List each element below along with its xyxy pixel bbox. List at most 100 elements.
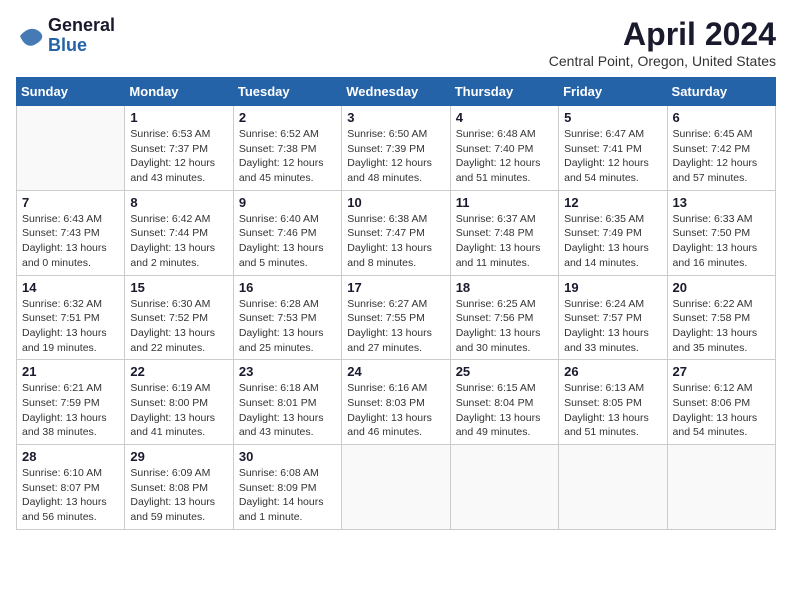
logo-icon <box>16 22 44 50</box>
sunrise-text: Sunrise: 6:45 AM <box>673 128 753 140</box>
day-info: Sunrise: 6:27 AM Sunset: 7:55 PM Dayligh… <box>347 297 444 356</box>
daylight-text: Daylight: 13 hours and 43 minutes. <box>239 412 324 439</box>
sunset-text: Sunset: 7:52 PM <box>130 312 208 324</box>
sunset-text: Sunset: 7:46 PM <box>239 227 317 239</box>
sunrise-text: Sunrise: 6:47 AM <box>564 128 644 140</box>
table-row: 25 Sunrise: 6:15 AM Sunset: 8:04 PM Dayl… <box>450 360 558 445</box>
sunset-text: Sunset: 8:09 PM <box>239 482 317 494</box>
day-info: Sunrise: 6:22 AM Sunset: 7:58 PM Dayligh… <box>673 297 770 356</box>
col-tuesday: Tuesday <box>233 78 341 106</box>
day-info: Sunrise: 6:15 AM Sunset: 8:04 PM Dayligh… <box>456 381 553 440</box>
calendar-header-row: Sunday Monday Tuesday Wednesday Thursday… <box>17 78 776 106</box>
day-number: 5 <box>564 110 661 125</box>
daylight-text: Daylight: 12 hours and 43 minutes. <box>130 157 215 184</box>
sunrise-text: Sunrise: 6:33 AM <box>673 213 753 225</box>
daylight-text: Daylight: 13 hours and 11 minutes. <box>456 242 541 269</box>
table-row: 10 Sunrise: 6:38 AM Sunset: 7:47 PM Dayl… <box>342 190 450 275</box>
sunrise-text: Sunrise: 6:37 AM <box>456 213 536 225</box>
table-row: 24 Sunrise: 6:16 AM Sunset: 8:03 PM Dayl… <box>342 360 450 445</box>
table-row <box>450 445 558 530</box>
table-row: 7 Sunrise: 6:43 AM Sunset: 7:43 PM Dayli… <box>17 190 125 275</box>
table-row: 6 Sunrise: 6:45 AM Sunset: 7:42 PM Dayli… <box>667 106 775 191</box>
daylight-text: Daylight: 12 hours and 51 minutes. <box>456 157 541 184</box>
sunrise-text: Sunrise: 6:35 AM <box>564 213 644 225</box>
sunset-text: Sunset: 7:55 PM <box>347 312 425 324</box>
day-number: 22 <box>130 364 227 379</box>
daylight-text: Daylight: 13 hours and 30 minutes. <box>456 327 541 354</box>
table-row: 2 Sunrise: 6:52 AM Sunset: 7:38 PM Dayli… <box>233 106 341 191</box>
sunrise-text: Sunrise: 6:12 AM <box>673 382 753 394</box>
daylight-text: Daylight: 12 hours and 54 minutes. <box>564 157 649 184</box>
daylight-text: Daylight: 13 hours and 8 minutes. <box>347 242 432 269</box>
day-number: 30 <box>239 449 336 464</box>
day-number: 18 <box>456 280 553 295</box>
day-number: 3 <box>347 110 444 125</box>
day-info: Sunrise: 6:40 AM Sunset: 7:46 PM Dayligh… <box>239 212 336 271</box>
day-number: 24 <box>347 364 444 379</box>
daylight-text: Daylight: 12 hours and 57 minutes. <box>673 157 758 184</box>
calendar-week-row: 7 Sunrise: 6:43 AM Sunset: 7:43 PM Dayli… <box>17 190 776 275</box>
sunrise-text: Sunrise: 6:38 AM <box>347 213 427 225</box>
table-row: 5 Sunrise: 6:47 AM Sunset: 7:41 PM Dayli… <box>559 106 667 191</box>
daylight-text: Daylight: 13 hours and 27 minutes. <box>347 327 432 354</box>
table-row: 15 Sunrise: 6:30 AM Sunset: 7:52 PM Dayl… <box>125 275 233 360</box>
calendar-table: Sunday Monday Tuesday Wednesday Thursday… <box>16 77 776 530</box>
table-row: 19 Sunrise: 6:24 AM Sunset: 7:57 PM Dayl… <box>559 275 667 360</box>
day-info: Sunrise: 6:12 AM Sunset: 8:06 PM Dayligh… <box>673 381 770 440</box>
col-saturday: Saturday <box>667 78 775 106</box>
col-monday: Monday <box>125 78 233 106</box>
day-number: 9 <box>239 195 336 210</box>
sunrise-text: Sunrise: 6:09 AM <box>130 467 210 479</box>
sunset-text: Sunset: 7:47 PM <box>347 227 425 239</box>
table-row: 28 Sunrise: 6:10 AM Sunset: 8:07 PM Dayl… <box>17 445 125 530</box>
sunrise-text: Sunrise: 6:22 AM <box>673 298 753 310</box>
sunset-text: Sunset: 7:57 PM <box>564 312 642 324</box>
day-info: Sunrise: 6:33 AM Sunset: 7:50 PM Dayligh… <box>673 212 770 271</box>
sunset-text: Sunset: 7:39 PM <box>347 143 425 155</box>
table-row: 9 Sunrise: 6:40 AM Sunset: 7:46 PM Dayli… <box>233 190 341 275</box>
day-info: Sunrise: 6:16 AM Sunset: 8:03 PM Dayligh… <box>347 381 444 440</box>
col-wednesday: Wednesday <box>342 78 450 106</box>
day-info: Sunrise: 6:08 AM Sunset: 8:09 PM Dayligh… <box>239 466 336 525</box>
sunset-text: Sunset: 7:38 PM <box>239 143 317 155</box>
sunrise-text: Sunrise: 6:52 AM <box>239 128 319 140</box>
sunrise-text: Sunrise: 6:18 AM <box>239 382 319 394</box>
table-row: 27 Sunrise: 6:12 AM Sunset: 8:06 PM Dayl… <box>667 360 775 445</box>
table-row: 18 Sunrise: 6:25 AM Sunset: 7:56 PM Dayl… <box>450 275 558 360</box>
sunrise-text: Sunrise: 6:13 AM <box>564 382 644 394</box>
table-row: 3 Sunrise: 6:50 AM Sunset: 7:39 PM Dayli… <box>342 106 450 191</box>
day-number: 6 <box>673 110 770 125</box>
daylight-text: Daylight: 13 hours and 5 minutes. <box>239 242 324 269</box>
sunset-text: Sunset: 7:44 PM <box>130 227 208 239</box>
sunset-text: Sunset: 7:37 PM <box>130 143 208 155</box>
calendar-week-row: 21 Sunrise: 6:21 AM Sunset: 7:59 PM Dayl… <box>17 360 776 445</box>
table-row <box>342 445 450 530</box>
day-number: 29 <box>130 449 227 464</box>
sunset-text: Sunset: 7:51 PM <box>22 312 100 324</box>
sunset-text: Sunset: 8:08 PM <box>130 482 208 494</box>
day-info: Sunrise: 6:13 AM Sunset: 8:05 PM Dayligh… <box>564 381 661 440</box>
sunrise-text: Sunrise: 6:30 AM <box>130 298 210 310</box>
sunrise-text: Sunrise: 6:15 AM <box>456 382 536 394</box>
sunset-text: Sunset: 7:40 PM <box>456 143 534 155</box>
logo-general-text: General <box>48 16 115 36</box>
logo-text: General Blue <box>48 16 115 56</box>
daylight-text: Daylight: 13 hours and 59 minutes. <box>130 496 215 523</box>
table-row: 29 Sunrise: 6:09 AM Sunset: 8:08 PM Dayl… <box>125 445 233 530</box>
daylight-text: Daylight: 13 hours and 49 minutes. <box>456 412 541 439</box>
day-number: 23 <box>239 364 336 379</box>
table-row: 1 Sunrise: 6:53 AM Sunset: 7:37 PM Dayli… <box>125 106 233 191</box>
day-number: 19 <box>564 280 661 295</box>
sunset-text: Sunset: 8:04 PM <box>456 397 534 409</box>
day-number: 12 <box>564 195 661 210</box>
sunrise-text: Sunrise: 6:16 AM <box>347 382 427 394</box>
sunrise-text: Sunrise: 6:08 AM <box>239 467 319 479</box>
day-number: 26 <box>564 364 661 379</box>
day-number: 8 <box>130 195 227 210</box>
calendar-week-row: 28 Sunrise: 6:10 AM Sunset: 8:07 PM Dayl… <box>17 445 776 530</box>
sunrise-text: Sunrise: 6:32 AM <box>22 298 102 310</box>
title-area: April 2024 Central Point, Oregon, United… <box>549 16 776 69</box>
calendar-week-row: 1 Sunrise: 6:53 AM Sunset: 7:37 PM Dayli… <box>17 106 776 191</box>
day-info: Sunrise: 6:47 AM Sunset: 7:41 PM Dayligh… <box>564 127 661 186</box>
day-info: Sunrise: 6:42 AM Sunset: 7:44 PM Dayligh… <box>130 212 227 271</box>
